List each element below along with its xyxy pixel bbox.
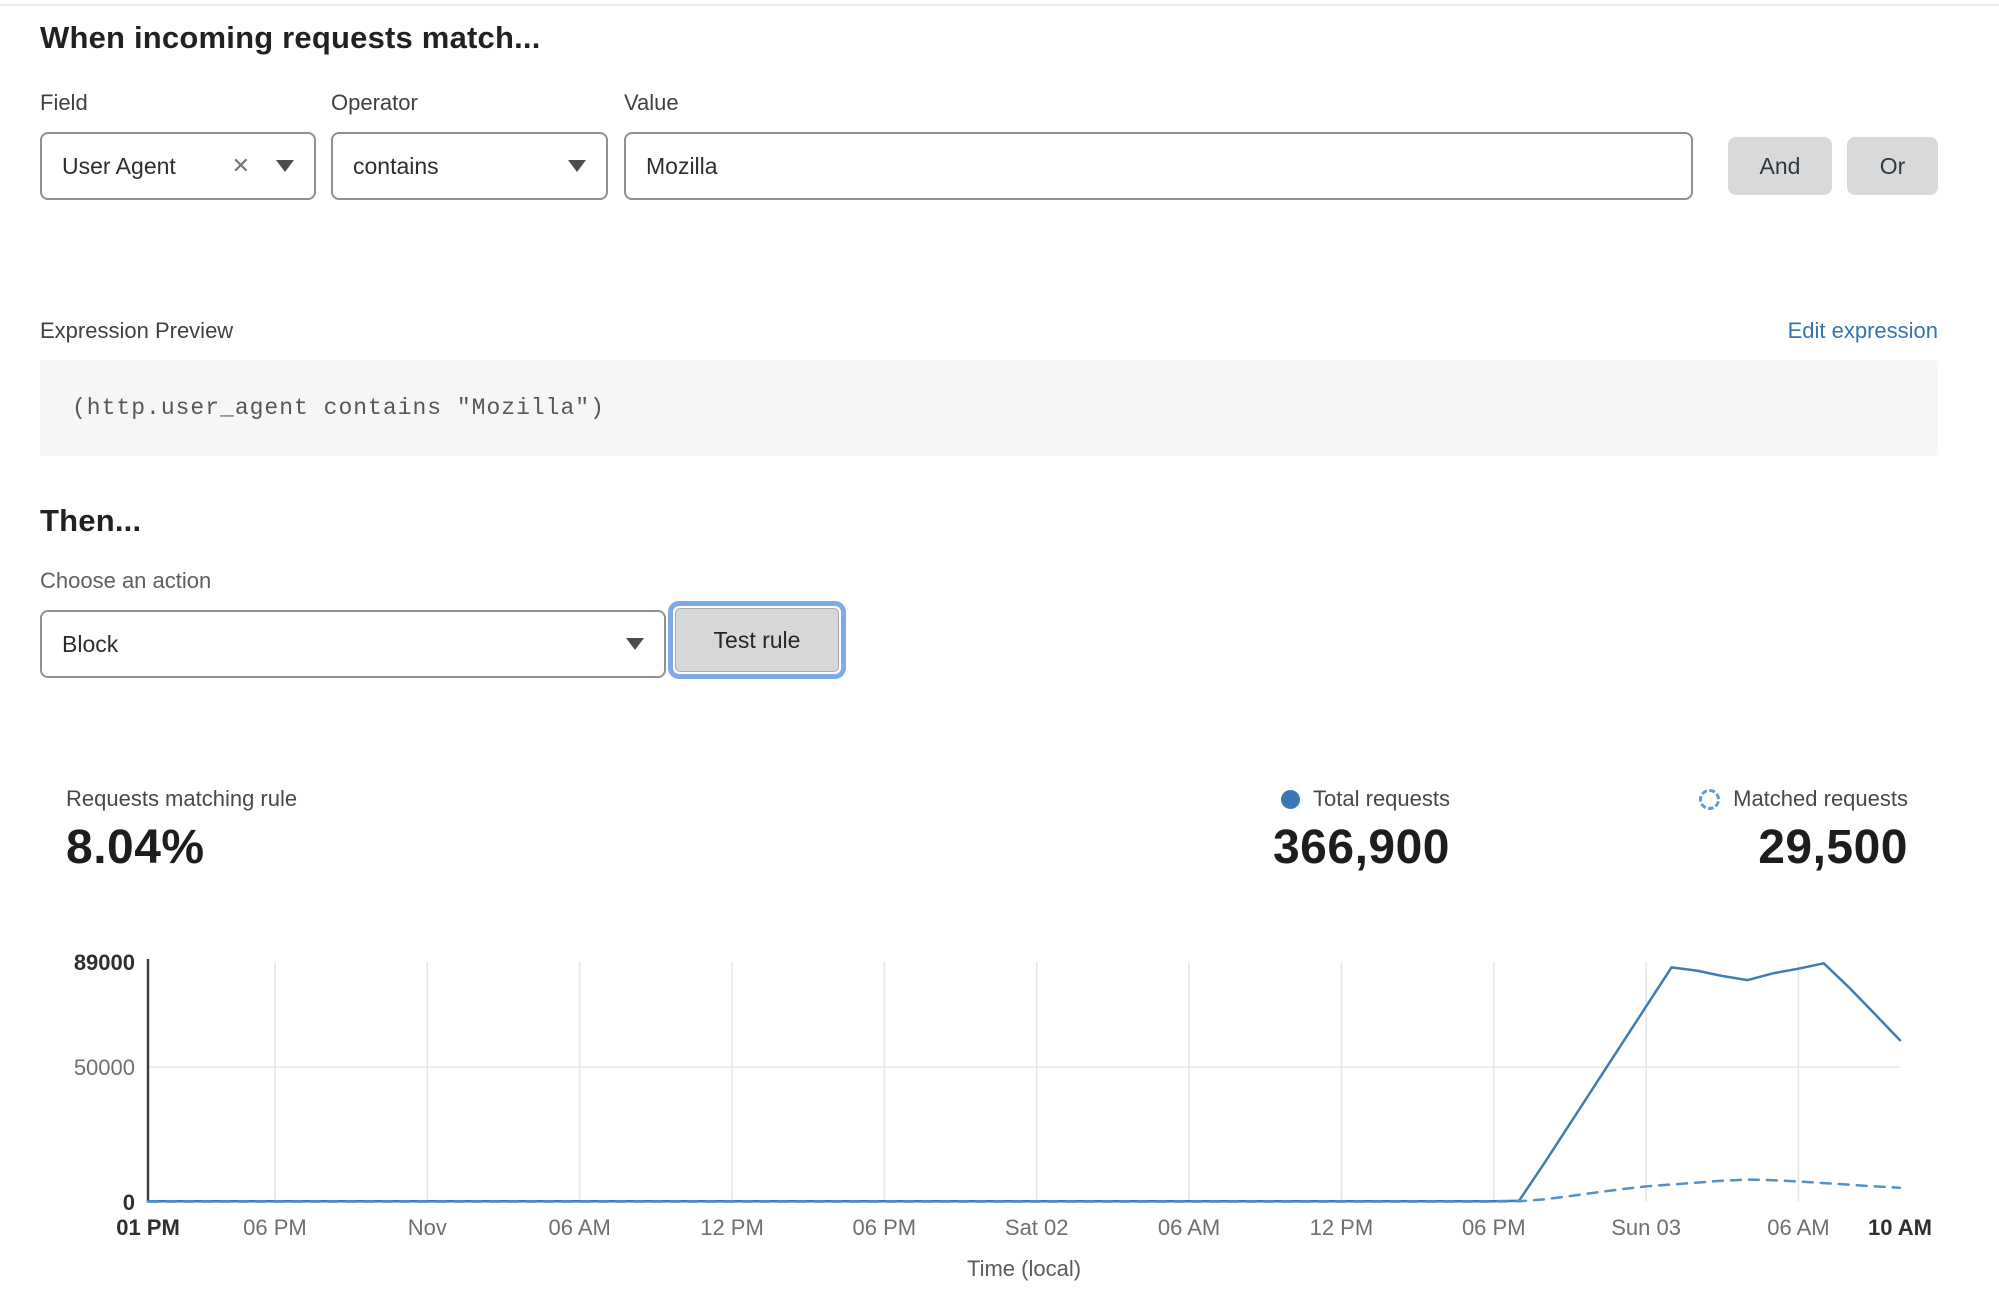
svg-text:10 AM: 10 AM <box>1868 1215 1932 1240</box>
chevron-down-icon[interactable] <box>276 160 294 172</box>
then-heading: Then... <box>40 503 141 539</box>
matching-stat: Requests matching rule 8.04% <box>66 786 297 875</box>
action-select[interactable]: Block <box>40 610 666 678</box>
operator-select[interactable]: contains <box>331 132 608 200</box>
solid-dot-icon <box>1281 790 1300 809</box>
total-requests-legend[interactable]: Total requests <box>1273 786 1450 812</box>
svg-text:12 PM: 12 PM <box>700 1215 764 1240</box>
svg-text:Time (local): Time (local) <box>967 1256 1081 1281</box>
expression-code: (http.user_agent contains "Mozilla") <box>40 395 605 421</box>
svg-text:0: 0 <box>123 1190 135 1215</box>
matched-requests-legend[interactable]: Matched requests <box>1699 786 1908 812</box>
action-select-value: Block <box>62 631 626 658</box>
svg-text:12 PM: 12 PM <box>1310 1215 1374 1240</box>
value-label: Value <box>624 90 679 116</box>
value-input[interactable] <box>624 132 1693 200</box>
field-select[interactable]: User Agent ✕ <box>40 132 316 200</box>
expression-preview-label: Expression Preview <box>40 318 233 344</box>
svg-text:89000: 89000 <box>74 950 135 975</box>
svg-text:01 PM: 01 PM <box>116 1215 180 1240</box>
or-button[interactable]: Or <box>1847 137 1938 195</box>
field-select-value: User Agent <box>62 153 232 180</box>
top-divider <box>0 4 1999 6</box>
choose-action-label: Choose an action <box>40 568 211 594</box>
and-button[interactable]: And <box>1728 137 1832 195</box>
chevron-down-icon[interactable] <box>568 160 586 172</box>
edit-expression-link[interactable]: Edit expression <box>1788 318 1938 344</box>
matching-stat-value: 8.04% <box>66 820 297 875</box>
dashed-circle-icon <box>1699 789 1720 810</box>
matched-requests-stat: Matched requests 29,500 <box>1699 786 1908 875</box>
svg-text:06 PM: 06 PM <box>1462 1215 1526 1240</box>
requests-chart: 0 50000 89000 01 PM 06 PM Nov 06 AM 12 PM 06 PM S… <box>0 940 1999 1295</box>
svg-text:06 PM: 06 PM <box>243 1215 307 1240</box>
clear-field-icon[interactable]: ✕ <box>232 155 250 177</box>
svg-text:06 PM: 06 PM <box>853 1215 917 1240</box>
matched-requests-label: Matched requests <box>1733 786 1908 812</box>
svg-text:50000: 50000 <box>74 1055 135 1080</box>
operator-select-value: contains <box>353 153 568 180</box>
firewall-rule-builder: When incoming requests match... Field Op… <box>0 0 1999 1295</box>
svg-text:06 AM: 06 AM <box>548 1215 610 1240</box>
test-rule-focus-ring: Test rule <box>668 601 846 679</box>
match-heading: When incoming requests match... <box>40 20 541 56</box>
chevron-down-icon[interactable] <box>626 638 644 650</box>
svg-text:06 AM: 06 AM <box>1158 1215 1220 1240</box>
matched-requests-value: 29,500 <box>1699 820 1908 875</box>
expression-code-block: (http.user_agent contains "Mozilla") <box>40 360 1938 456</box>
svg-text:Nov: Nov <box>408 1215 447 1240</box>
operator-label: Operator <box>331 90 418 116</box>
total-requests-stat: Total requests 366,900 <box>1273 786 1450 875</box>
total-requests-label: Total requests <box>1313 786 1450 812</box>
field-label: Field <box>40 90 88 116</box>
svg-text:Sat 02: Sat 02 <box>1005 1215 1069 1240</box>
svg-text:06 AM: 06 AM <box>1767 1215 1829 1240</box>
matching-stat-label: Requests matching rule <box>66 786 297 812</box>
total-requests-value: 366,900 <box>1273 820 1450 875</box>
svg-text:Sun 03: Sun 03 <box>1611 1215 1681 1240</box>
test-rule-button[interactable]: Test rule <box>675 608 839 672</box>
